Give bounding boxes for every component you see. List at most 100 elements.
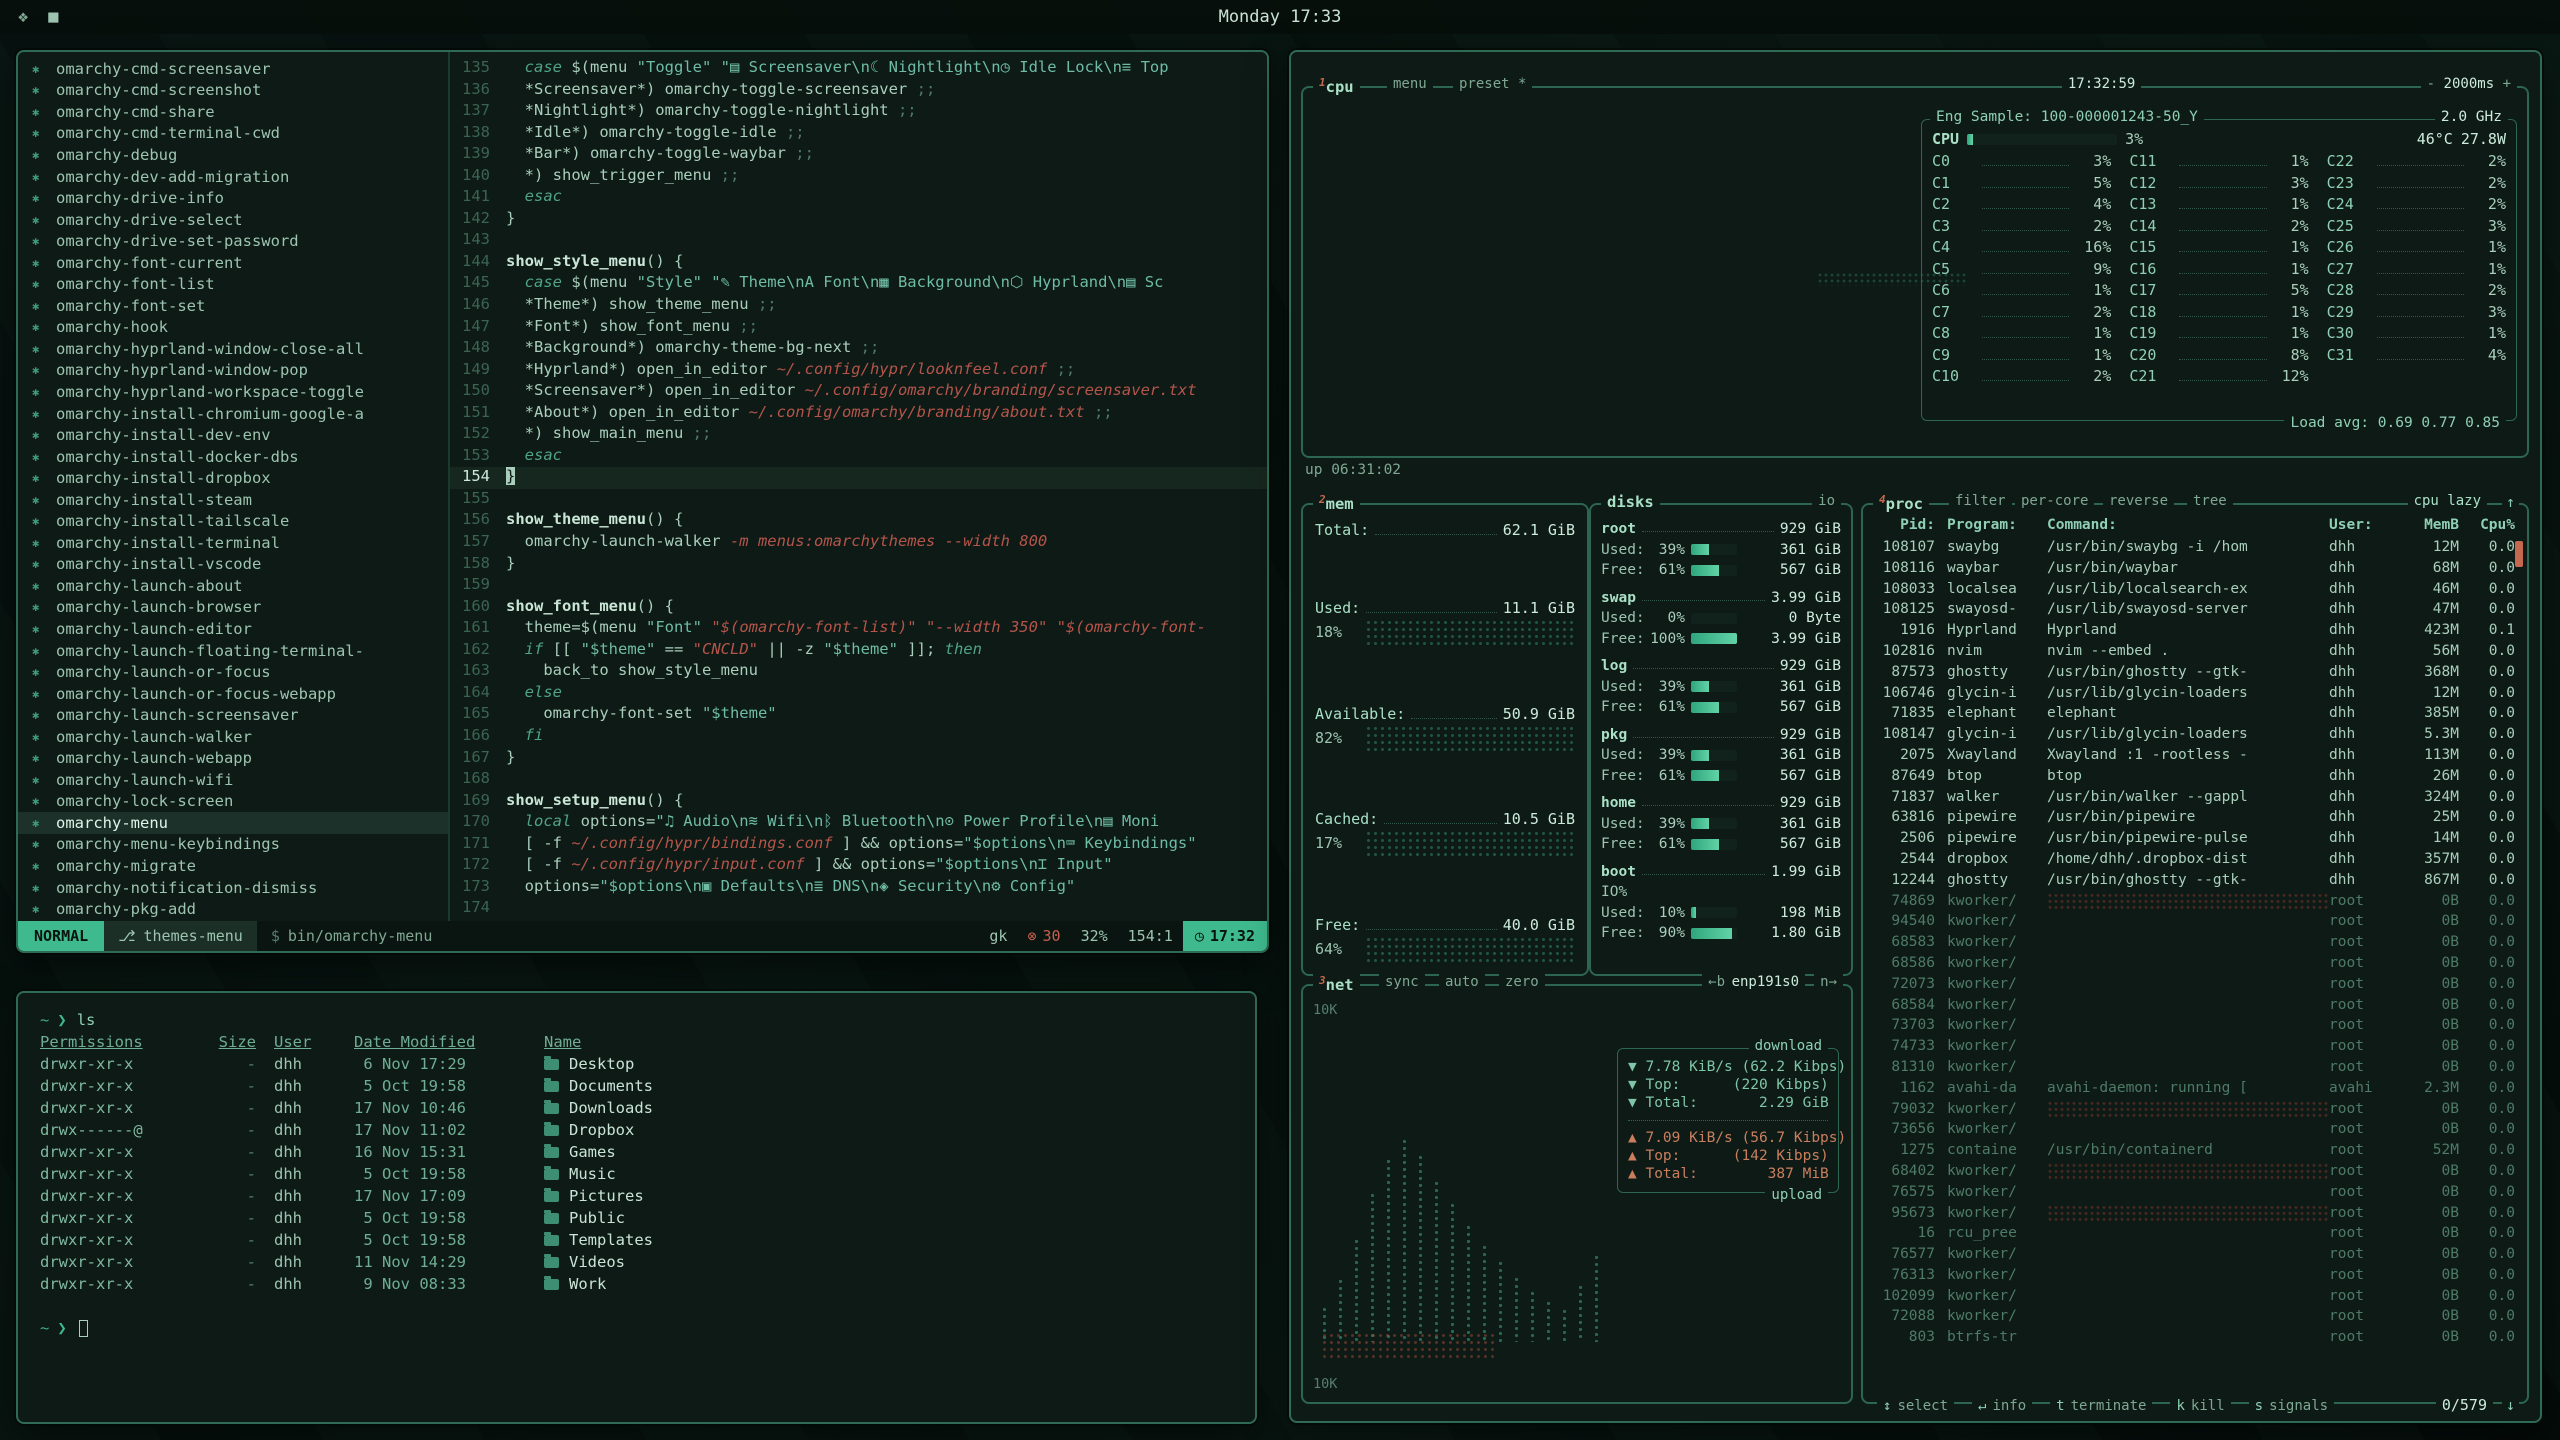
process-row[interactable]: 12244 ghostty /usr/bin/ghostty --gtk- dh…	[1863, 870, 2527, 891]
filter-button[interactable]: filter	[1949, 493, 2012, 509]
scroll-up-arrow[interactable]: ↑	[2502, 493, 2519, 511]
disks-panel-title[interactable]: disks	[1601, 493, 1660, 511]
file-item[interactable]: ✱ omarchy-pkg-add	[32, 898, 448, 920]
process-row[interactable]: 95673 kworker/ root 0B 0.0	[1863, 1203, 2527, 1224]
file-item[interactable]: ✱ omarchy-launch-floating-terminal-	[32, 640, 448, 662]
process-row[interactable]: 2075 Xwayland Xwayland :1 -rootless - dh…	[1863, 745, 2527, 766]
process-row[interactable]: 71837 walker /usr/bin/walker --gappl dhh…	[1863, 787, 2527, 808]
process-row[interactable]: 106746 glycin-i /usr/lib/glycin-loaders …	[1863, 683, 2527, 704]
file-item[interactable]: ✱ omarchy-launch-or-focus	[32, 661, 448, 683]
interval-decrease-button[interactable]: -	[2427, 76, 2435, 92]
code-area[interactable]: 135 case $(menu "Toggle" "▤ Screensaver\…	[450, 52, 1267, 921]
process-action[interactable]: ↕ select	[1877, 1398, 1954, 1414]
header-cpu[interactable]: Cpu%	[2459, 517, 2515, 533]
cpu-panel-title[interactable]: 1cpu	[1313, 76, 1360, 96]
process-row[interactable]: 74733 kworker/ root 0B 0.0	[1863, 1036, 2527, 1057]
process-row[interactable]: 68402 kworker/ root 0B 0.0	[1863, 1161, 2527, 1182]
interval-increase-button[interactable]: +	[2503, 76, 2511, 92]
process-action[interactable]: k kill	[2170, 1398, 2230, 1414]
process-row[interactable]: 108033 localsea /usr/lib/localsearch-ex …	[1863, 579, 2527, 600]
file-item[interactable]: ✱ omarchy-hyprland-workspace-toggle	[32, 381, 448, 403]
process-row[interactable]: 73703 kworker/ root 0B 0.0	[1863, 1015, 2527, 1036]
file-item[interactable]: ✱ omarchy-launch-webapp	[32, 748, 448, 770]
process-row[interactable]: 1916 Hyprland Hyprland dhh 423M 0.1	[1863, 620, 2527, 641]
header-pid[interactable]: Pid:	[1875, 517, 1947, 533]
file-item[interactable]: ✱ omarchy-lock-screen	[32, 791, 448, 813]
process-row[interactable]: 1275 containe /usr/bin/containerd root 5…	[1863, 1140, 2527, 1161]
file-item[interactable]: ✱ omarchy-install-steam	[32, 489, 448, 511]
tree-button[interactable]: tree	[2187, 493, 2233, 509]
process-row[interactable]: 803 btrfs-tr root 0B 0.0	[1863, 1327, 2527, 1348]
file-item[interactable]: ✱ omarchy-hyprland-window-pop	[32, 360, 448, 382]
network-panel-title[interactable]: 3net	[1313, 974, 1360, 994]
process-row[interactable]: 2506 pipewire /usr/bin/pipewire-pulse dh…	[1863, 828, 2527, 849]
process-row[interactable]: 76577 kworker/ root 0B 0.0	[1863, 1244, 2527, 1265]
file-item[interactable]: ✱ omarchy-launch-or-focus-webapp	[32, 683, 448, 705]
file-item[interactable]: ✱ omarchy-hyprland-window-close-all	[32, 338, 448, 360]
process-row[interactable]: 72088 kworker/ root 0B 0.0	[1863, 1306, 2527, 1327]
reverse-button[interactable]: reverse	[2103, 493, 2174, 509]
process-row[interactable]: 102816 nvim nvim --embed . dhh 56M 0.0	[1863, 641, 2527, 662]
file-item[interactable]: ✱ omarchy-cmd-screensaver	[32, 58, 448, 80]
process-row[interactable]: 74869 kworker/ root 0B 0.0	[1863, 891, 2527, 912]
file-item[interactable]: ✱ omarchy-install-vscode	[32, 554, 448, 576]
process-row[interactable]: 72073 kworker/ root 0B 0.0	[1863, 974, 2527, 995]
terminal-window[interactable]: ~ ❯ ls Permissions Size User Date Modifi…	[16, 991, 1257, 1424]
process-panel-title[interactable]: 4proc	[1873, 493, 1929, 513]
process-action[interactable]: s signals	[2249, 1398, 2334, 1414]
file-item[interactable]: ✱ omarchy-drive-select	[32, 209, 448, 231]
file-item[interactable]: ✱ omarchy-drive-info	[32, 187, 448, 209]
process-row[interactable]: 76313 kworker/ root 0B 0.0	[1863, 1265, 2527, 1286]
file-item[interactable]: ✱ omarchy-launch-wifi	[32, 769, 448, 791]
file-item[interactable]: ✱ omarchy-cmd-share	[32, 101, 448, 123]
process-row[interactable]: 68586 kworker/ root 0B 0.0	[1863, 953, 2527, 974]
file-item[interactable]: ✱ omarchy-install-dropbox	[32, 467, 448, 489]
file-item[interactable]: ✱ omarchy-launch-about	[32, 575, 448, 597]
file-item[interactable]: ✱ omarchy-launch-editor	[32, 618, 448, 640]
process-row[interactable]: 108147 glycin-i /usr/lib/glycin-loaders …	[1863, 724, 2527, 745]
net-next-iface-button[interactable]: n→	[1814, 974, 1843, 990]
file-item[interactable]: ✱ omarchy-font-current	[32, 252, 448, 274]
header-program[interactable]: Program:	[1947, 517, 2047, 533]
file-item[interactable]: ✱ omarchy-launch-walker	[32, 726, 448, 748]
process-action[interactable]: t terminate	[2050, 1398, 2152, 1414]
file-item[interactable]: ✱ omarchy-launch-screensaver	[32, 704, 448, 726]
menu-button[interactable]: menu	[1387, 76, 1433, 92]
scroll-down-arrow[interactable]: ↓	[2502, 1396, 2519, 1414]
file-item[interactable]: ✱ omarchy-install-dev-env	[32, 424, 448, 446]
io-mode-button[interactable]: io	[1812, 493, 1841, 509]
process-row[interactable]: 108107 swaybg /usr/bin/swaybg -i /hom dh…	[1863, 537, 2527, 558]
per-core-button[interactable]: per-core	[2015, 493, 2094, 509]
process-row[interactable]: 79032 kworker/ root 0B 0.0	[1863, 1099, 2527, 1120]
process-row[interactable]: 2544 dropbox /home/dhh/.dropbox-dist dhh…	[1863, 849, 2527, 870]
process-row[interactable]: 63816 pipewire /usr/bin/pipewire dhh 25M…	[1863, 807, 2527, 828]
file-item[interactable]: ✱ omarchy-hook	[32, 317, 448, 339]
process-action[interactable]: ↵ info	[1972, 1398, 2032, 1414]
process-row[interactable]: 81310 kworker/ root 0B 0.0	[1863, 1057, 2527, 1078]
file-item[interactable]: ✱ omarchy-menu-keybindings	[32, 834, 448, 856]
process-row[interactable]: 94540 kworker/ root 0B 0.0	[1863, 911, 2527, 932]
net-zero-button[interactable]: zero	[1499, 974, 1545, 990]
process-row[interactable]: 68583 kworker/ root 0B 0.0	[1863, 932, 2527, 953]
scrollbar-thumb[interactable]	[2515, 541, 2523, 567]
header-user[interactable]: User:	[2329, 517, 2395, 533]
file-item[interactable]: ✱ omarchy-dev-add-migration	[32, 166, 448, 188]
net-auto-button[interactable]: auto	[1439, 974, 1485, 990]
file-item[interactable]: ✱ omarchy-install-docker-dbs	[32, 446, 448, 468]
file-item[interactable]: ✱ omarchy-drive-set-password	[32, 230, 448, 252]
sort-mode-selector[interactable]: cpu lazy	[2408, 493, 2487, 509]
memory-panel-title[interactable]: 2mem	[1313, 493, 1360, 513]
process-row[interactable]: 108116 waybar /usr/bin/waybar dhh 68M 0.…	[1863, 558, 2527, 579]
process-row[interactable]: 87573 ghostty /usr/bin/ghostty --gtk- dh…	[1863, 662, 2527, 683]
header-memory[interactable]: MemB	[2395, 517, 2459, 533]
process-row[interactable]: 73656 kworker/ root 0B 0.0	[1863, 1119, 2527, 1140]
process-row[interactable]: 102099 kworker/ root 0B 0.0	[1863, 1286, 2527, 1307]
active-workspace-icon[interactable]: ■	[48, 7, 58, 27]
process-row[interactable]: 71835 elephant elephant dhh 385M 0.0	[1863, 703, 2527, 724]
file-item[interactable]: ✱ omarchy-cmd-screenshot	[32, 80, 448, 102]
process-row[interactable]: 68584 kworker/ root 0B 0.0	[1863, 995, 2527, 1016]
process-row[interactable]: 76575 kworker/ root 0B 0.0	[1863, 1182, 2527, 1203]
file-item[interactable]: ✱ omarchy-notification-dismiss	[32, 877, 448, 899]
process-row[interactable]: 16 rcu_pree root 0B 0.0	[1863, 1223, 2527, 1244]
file-item[interactable]: ✱ omarchy-install-chromium-google-a	[32, 403, 448, 425]
